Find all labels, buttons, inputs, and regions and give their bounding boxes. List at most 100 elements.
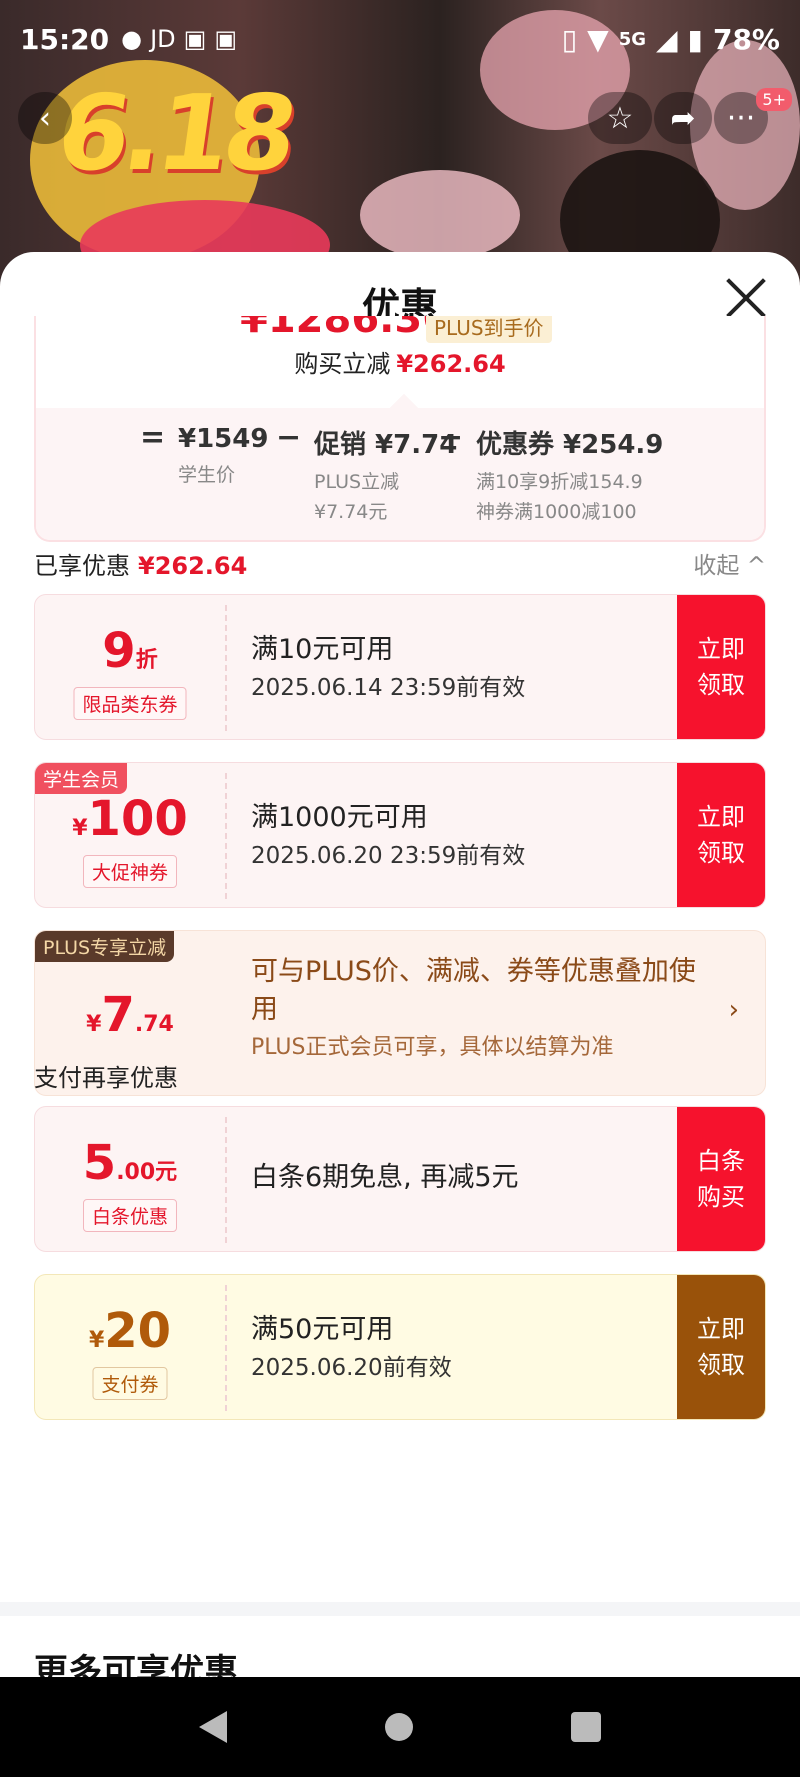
reduce-label: 购买立减	[294, 350, 391, 378]
app-notification-icon: ▣	[214, 25, 238, 53]
coupon-divider	[225, 1285, 227, 1411]
pay-coupon-card: 5.00元 白条优惠 白条6期免息, 再减5元 白条购买	[34, 1106, 766, 1252]
enjoyed-label: 已享优惠	[34, 552, 130, 580]
equals-sign: =	[140, 420, 166, 455]
coupon-validity: 2025.06.14 23:59前有效	[251, 675, 526, 701]
coupon-amount-area: 9折 限品类东券	[35, 595, 225, 739]
coupon-divider	[225, 605, 227, 731]
student-price: ¥1549 学生价	[178, 424, 268, 490]
amount-unit: 折	[135, 648, 158, 673]
promo-value: 促销 ¥7.74	[314, 430, 458, 460]
plus-line1: 可与PLUS价、满减、券等优惠叠加使用	[251, 956, 696, 1025]
amount-prefix: ¥	[86, 1012, 102, 1037]
coupon-type: 大促神券	[82, 855, 178, 888]
coupon-item: 优惠券 ¥254.9 满10享9折减154.9 神券满1000减100	[476, 424, 663, 527]
favorite-button[interactable]: ☆	[588, 92, 652, 144]
amount-main: 100	[87, 791, 188, 847]
promo-item: 促销 ¥7.74 PLUS立减 ¥7.74元	[314, 424, 457, 527]
claim-button-label: 立即领取	[697, 635, 745, 699]
minus-sign: −	[438, 420, 464, 455]
coupon-sub1: 满10享9折减154.9	[476, 471, 643, 493]
back-nav-icon[interactable]	[199, 1711, 227, 1743]
coupon-card: 学生会员 ¥100 大促神券 满1000元可用 2025.06.20 23:59…	[34, 762, 766, 908]
student-price-value: ¥1549	[178, 424, 269, 454]
coupon-validity: 2025.06.20 23:59前有效	[251, 843, 526, 869]
coupon-validity: 2025.06.20前有效	[251, 1355, 452, 1381]
coupon-info: 满1000元可用 2025.06.20 23:59前有效	[251, 799, 525, 875]
battery-icon: ▮	[687, 22, 703, 56]
system-nav-bar	[0, 1677, 800, 1777]
more-icon: ···	[726, 100, 756, 136]
reduce-line: 购买立减 ¥262.64	[36, 344, 764, 379]
promo-sub: PLUS立减 ¥7.74元	[314, 467, 457, 527]
promo-sub1: PLUS立减	[314, 471, 400, 493]
coupon-type: 支付券	[92, 1367, 168, 1400]
price-summary: ¥1286.36 PLUS到手价 购买立减 ¥262.64	[36, 316, 764, 408]
amount-main: 7	[101, 987, 135, 1043]
coupon-condition: 满50元可用	[251, 1314, 394, 1345]
amount-prefix: ¥	[72, 816, 88, 841]
coupon-condition: 满1000元可用	[251, 802, 428, 833]
amount-decimal: .74	[134, 1012, 174, 1037]
coupon-info: 满50元可用 2025.06.20前有效	[251, 1311, 452, 1387]
coupon-condition: 满10元可用	[251, 634, 394, 665]
baitiao-buy-button[interactable]: 白条购买	[677, 1107, 765, 1251]
coupon-amount: ¥100	[35, 793, 225, 855]
vibrate-icon: ▯	[561, 22, 578, 56]
coupon-condition: 白条6期免息, 再减5元	[251, 1162, 519, 1193]
pay-section-label: 支付再享优惠	[34, 1058, 766, 1093]
coupon-amount: 5.00元	[35, 1137, 225, 1199]
wechat-icon: ●	[121, 25, 143, 53]
enjoyed-row: 已享优惠 ¥262.64 收起 ^	[34, 546, 766, 581]
claim-button[interactable]: 立即领取	[677, 595, 765, 739]
coupon-sub: 满10享9折减154.9 神券满1000减100	[476, 467, 663, 527]
chevron-right-icon: ›	[728, 995, 739, 1025]
enjoyed-value: ¥262.64	[138, 552, 248, 580]
chevron-left-icon: ‹	[39, 100, 51, 136]
share-button[interactable]: ➦	[654, 92, 712, 144]
final-price: ¥1286.36	[240, 316, 451, 342]
coupon-info: 白条6期免息, 再减5元	[251, 1159, 519, 1197]
promo-sub2: ¥7.74元	[314, 501, 388, 523]
app-notification-icon: ▣	[183, 25, 207, 53]
network-type: 5G	[618, 28, 646, 50]
student-price-label: 学生价	[178, 464, 236, 486]
banner-618-logo: 6.18	[49, 72, 300, 194]
coupon-info: 满10元可用 2025.06.14 23:59前有效	[251, 631, 525, 707]
coupon-sub2: 神券满1000减100	[476, 501, 637, 523]
coupon-amount: ¥20	[35, 1305, 225, 1367]
status-time: 15:20	[20, 22, 110, 56]
claim-button[interactable]: 立即领取	[677, 1275, 765, 1419]
claim-button-label: 立即领取	[697, 1315, 745, 1379]
close-button[interactable]	[722, 274, 770, 322]
pay-coupon-card: ¥20 支付券 满50元可用 2025.06.20前有效 立即领取	[34, 1274, 766, 1420]
claim-button[interactable]: 立即领取	[677, 763, 765, 907]
battery-level: 78%	[712, 22, 780, 56]
coupon-type: 限品类东券	[73, 687, 187, 720]
price-breakdown: ¥1286.36 PLUS到手价 购买立减 ¥262.64 = ¥1549 学生价…	[34, 316, 766, 542]
wifi-icon: ▼	[587, 22, 609, 56]
status-bar: 15:20 ● JD ▣ ▣ ▯ ▼ 5G ◢ ▮ 78%	[0, 0, 800, 78]
home-nav-icon[interactable]	[385, 1713, 413, 1741]
claim-button-label: 立即领取	[697, 803, 745, 867]
coupon-card: 9折 限品类东券 满10元可用 2025.06.14 23:59前有效 立即领取	[34, 594, 766, 740]
back-button[interactable]: ‹	[18, 92, 72, 144]
more-discounts-heading: 更多可享优惠	[34, 1652, 238, 1677]
coupon-amount: 9折	[35, 625, 225, 687]
amount-main: 20	[104, 1303, 172, 1359]
coupon-amount-area: 5.00元 白条优惠	[35, 1107, 225, 1251]
status-carrier: JD	[150, 25, 176, 53]
coupon-amount: ¥7.74	[35, 989, 225, 1051]
amount-main: 5	[82, 1135, 117, 1191]
baitiao-buy-label: 白条购买	[697, 1147, 745, 1211]
coupon-amount-area: ¥100 大促神券	[35, 763, 225, 907]
section-divider	[0, 1602, 800, 1616]
share-icon: ➦	[670, 100, 696, 136]
plus-price-tag: PLUS到手价	[426, 316, 552, 343]
coupon-amount-area: ¥20 支付券	[35, 1275, 225, 1419]
pay-section-title: 支付再享优惠	[34, 1064, 178, 1092]
recents-nav-icon[interactable]	[571, 1712, 601, 1742]
collapse-button[interactable]: 收起 ^	[693, 546, 766, 580]
blossom-decoration	[360, 170, 520, 260]
discount-sheet: 优惠 ¥1286.36 PLUS到手价 购买立减 ¥262.64 = ¥1549 …	[0, 252, 800, 1677]
